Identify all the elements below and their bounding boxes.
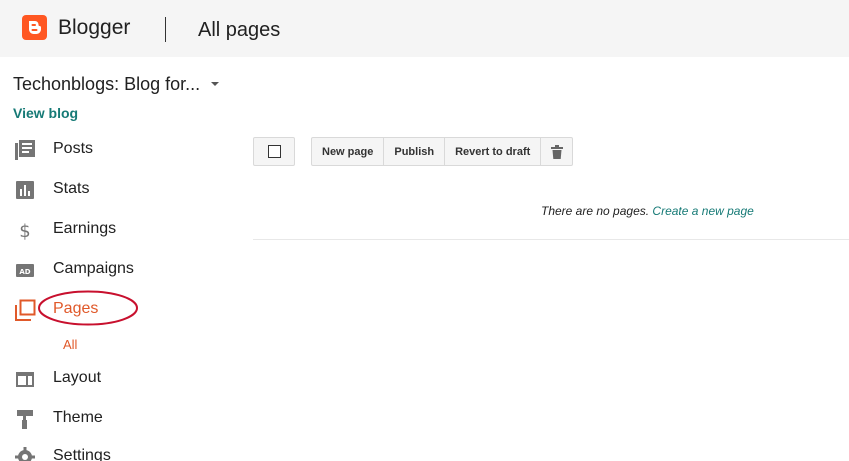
view-blog-link[interactable]: View blog	[13, 105, 78, 121]
brand-name: Blogger	[58, 16, 131, 39]
caret-down-icon	[211, 82, 220, 86]
sidebar-item-earnings[interactable]: $ Earnings	[0, 211, 240, 247]
ad-icon: AD	[16, 264, 34, 277]
pages-icon	[15, 299, 36, 321]
sidebar-item-label: Settings	[53, 447, 111, 461]
dollar-icon: $	[19, 221, 30, 241]
svg-text:AD: AD	[19, 268, 30, 276]
paint-roller-icon	[17, 410, 33, 429]
no-pages-text: There are no pages.	[541, 204, 650, 218]
sidebar-item-layout[interactable]: Layout	[0, 360, 240, 396]
checkbox[interactable]	[268, 145, 281, 158]
sidebar-item-label: Theme	[53, 409, 103, 426]
top-bar: Blogger All pages	[0, 0, 849, 57]
publish-button[interactable]: Publish	[384, 138, 446, 165]
empty-state-message: There are no pages. Create a new page	[541, 204, 754, 218]
blog-selector-dropdown[interactable]: Techonblogs: Blog for...	[13, 72, 220, 96]
layout-icon	[16, 372, 34, 387]
sidebar-item-label: Stats	[53, 180, 90, 197]
gear-icon	[15, 447, 35, 461]
svg-text:$: $	[19, 221, 30, 241]
header-divider	[165, 17, 166, 42]
trash-icon	[550, 144, 563, 159]
content-divider	[253, 239, 849, 240]
new-page-button[interactable]: New page	[312, 138, 385, 165]
delete-button[interactable]	[541, 138, 572, 165]
page-actions-toolbar: New page Publish Revert to draft	[311, 137, 574, 166]
sidebar-item-label: Layout	[53, 369, 102, 386]
create-new-page-link[interactable]: Create a new page	[652, 204, 753, 218]
posts-icon	[15, 140, 35, 160]
revert-to-draft-button[interactable]: Revert to draft	[445, 138, 542, 165]
sidebar-item-stats[interactable]: Stats	[0, 171, 240, 207]
blog-name: Techonblogs: Blog for...	[13, 73, 201, 94]
annotation-oval	[38, 290, 138, 326]
sidebar-item-settings[interactable]: Settings	[0, 438, 240, 461]
sidebar-item-theme[interactable]: Theme	[0, 400, 240, 436]
sidebar-item-label: Campaigns	[53, 260, 134, 277]
sidebar-subitem-all-pages[interactable]: All	[63, 337, 77, 352]
sidebar-item-campaigns[interactable]: AD Campaigns	[0, 251, 240, 287]
blogger-logo-icon[interactable]	[22, 15, 47, 40]
sidebar-item-label: Earnings	[53, 220, 117, 237]
sidebar-item-label: Posts	[53, 140, 94, 157]
page-title: All pages	[198, 19, 281, 41]
select-all-checkbox-button[interactable]	[253, 137, 295, 166]
sidebar-item-posts[interactable]: Posts	[0, 131, 240, 167]
stats-icon	[16, 181, 34, 199]
